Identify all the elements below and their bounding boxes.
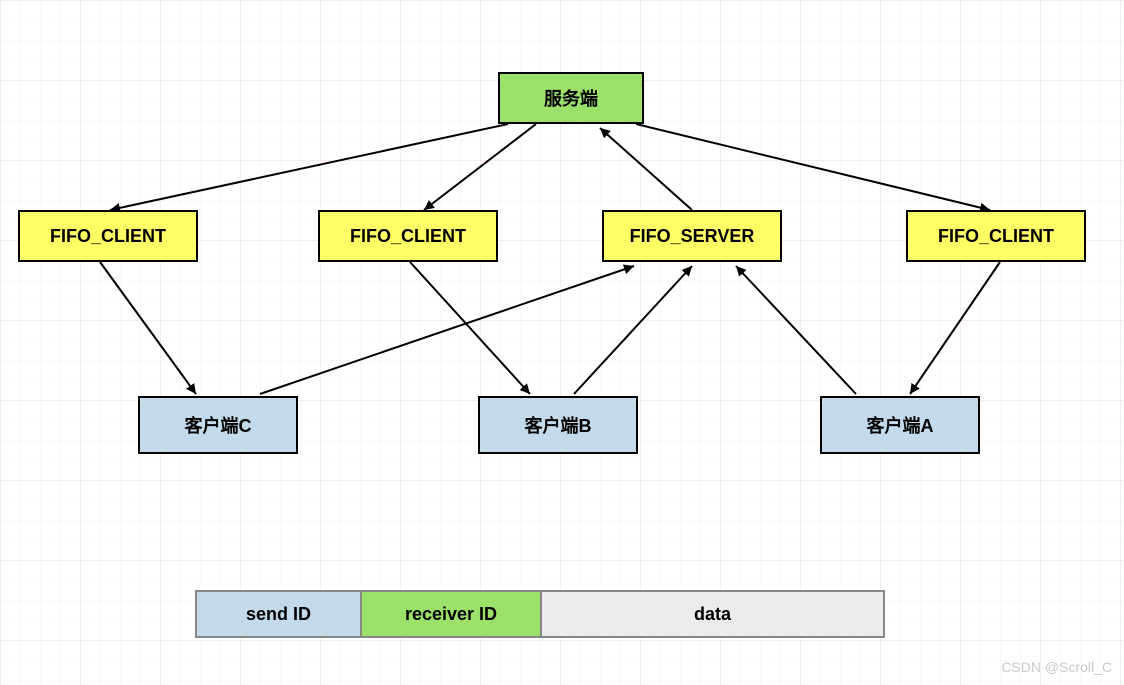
fifo-client-box-2: FIFO_CLIENT: [318, 210, 498, 262]
client-a-label: 客户端A: [867, 412, 934, 438]
fifo-client-box-3: FIFO_CLIENT: [906, 210, 1086, 262]
watermark-text: CSDN @Scroll_C: [1001, 659, 1112, 675]
fifo-client-2-label: FIFO_CLIENT: [350, 226, 466, 247]
legend-data: data: [542, 592, 883, 636]
legend-receiver-id: receiver ID: [362, 592, 542, 636]
client-c-label: 客户端C: [185, 412, 252, 438]
legend-send-id: send ID: [197, 592, 362, 636]
client-b-box: 客户端B: [478, 396, 638, 454]
fifo-server-label: FIFO_SERVER: [630, 226, 755, 247]
packet-legend: send ID receiver ID data: [195, 590, 885, 638]
client-a-box: 客户端A: [820, 396, 980, 454]
fifo-client-1-label: FIFO_CLIENT: [50, 226, 166, 247]
client-b-label: 客户端B: [525, 412, 592, 438]
diagram-canvas: 服务端 FIFO_CLIENT FIFO_CLIENT FIFO_SERVER …: [0, 0, 1124, 685]
fifo-client-box-1: FIFO_CLIENT: [18, 210, 198, 262]
client-c-box: 客户端C: [138, 396, 298, 454]
fifo-client-3-label: FIFO_CLIENT: [938, 226, 1054, 247]
server-label: 服务端: [544, 85, 598, 111]
fifo-server-box: FIFO_SERVER: [602, 210, 782, 262]
server-box: 服务端: [498, 72, 644, 124]
